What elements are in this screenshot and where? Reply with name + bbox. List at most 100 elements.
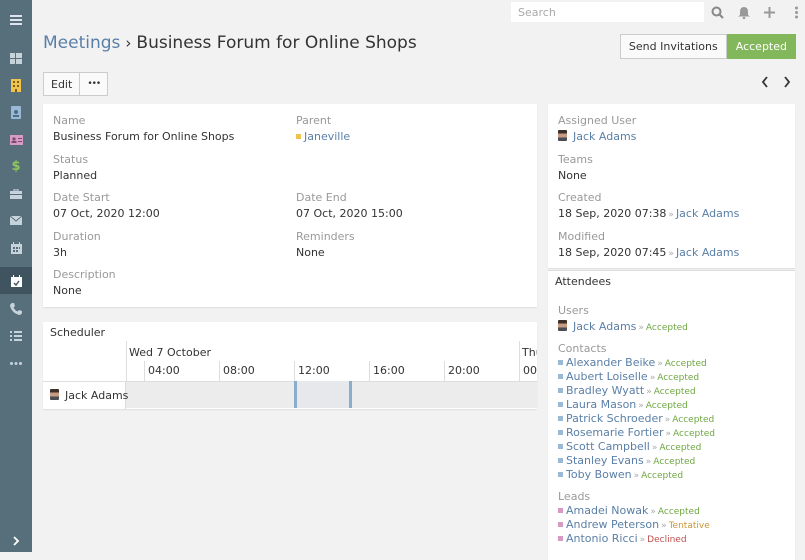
scheduler-tick: 00: bbox=[519, 361, 537, 381]
attendee-name-link[interactable]: Antonio Ricci bbox=[566, 532, 638, 545]
more-icon bbox=[10, 362, 22, 365]
scheduler-title: Scheduler bbox=[50, 326, 106, 339]
leads-list: Amadei Nowak» Accepted Andrew Peterson» Ten… bbox=[558, 504, 715, 546]
previous-record-button[interactable] bbox=[761, 76, 769, 88]
building-icon bbox=[11, 79, 21, 92]
attendee-name-link[interactable]: Laura Mason bbox=[566, 398, 636, 411]
sidebar-item-contacts[interactable] bbox=[0, 99, 32, 126]
sidebar-item-dashboard[interactable] bbox=[0, 45, 32, 72]
scheduler-event-block[interactable] bbox=[294, 381, 352, 408]
attendee-name-link[interactable]: Jack Adams bbox=[573, 320, 636, 333]
sidebar-item-tasks[interactable] bbox=[0, 322, 32, 349]
contacts-label: Contacts bbox=[558, 342, 607, 355]
briefcase-icon bbox=[10, 188, 22, 199]
menu-toggle-button[interactable] bbox=[0, 6, 32, 33]
menu-button[interactable] bbox=[790, 4, 802, 20]
parent-link[interactable]: Janeville bbox=[304, 130, 350, 143]
field-created: Created 18 Sep, 2020 07:38» Jack Adams bbox=[558, 190, 739, 222]
id-card-icon bbox=[9, 134, 23, 145]
search-button[interactable] bbox=[709, 4, 725, 20]
field-label: Date End bbox=[296, 191, 347, 204]
attendee-name-link[interactable]: Aubert Loiselle bbox=[566, 370, 648, 383]
field-label: Duration bbox=[53, 230, 101, 243]
field-label: Date Start bbox=[53, 191, 110, 204]
attendee-status: Accepted bbox=[657, 507, 700, 517]
notifications-button[interactable] bbox=[736, 4, 752, 20]
acceptance-status-button[interactable]: Accepted bbox=[726, 34, 796, 59]
sidebar-item-calls[interactable] bbox=[0, 295, 32, 322]
attendee-name-link[interactable]: Bradley Wyatt bbox=[566, 384, 644, 397]
field-value: 3h bbox=[53, 246, 67, 259]
lead-square-icon bbox=[558, 522, 563, 527]
created-by-link[interactable]: Jack Adams bbox=[676, 207, 739, 220]
field-value: None bbox=[558, 169, 587, 182]
field-name: Name Business Forum for Online Shops bbox=[53, 113, 234, 145]
assigned-user-link[interactable]: Jack Adams bbox=[573, 130, 636, 143]
field-label: Modified bbox=[558, 230, 605, 243]
search-input[interactable] bbox=[511, 2, 704, 22]
field-label: Created bbox=[558, 191, 602, 204]
sidebar-item-leads[interactable] bbox=[0, 126, 32, 153]
scheduler-user-name: Jack Adams bbox=[65, 389, 129, 402]
attendee-name-link[interactable]: Andrew Peterson bbox=[566, 518, 659, 531]
quick-create-button[interactable] bbox=[761, 4, 777, 20]
contact-square-icon bbox=[558, 374, 563, 379]
attendee-name-link[interactable]: Patrick Schroeder bbox=[566, 412, 663, 425]
calendar-icon bbox=[10, 241, 22, 254]
attendee-row: Alexander Beike» Accepted bbox=[558, 356, 715, 370]
attendee-status: Accepted bbox=[672, 415, 715, 425]
sidebar-item-cases[interactable] bbox=[0, 180, 32, 207]
attendee-status: Accepted bbox=[653, 457, 696, 467]
send-invitations-button[interactable]: Send Invitations bbox=[619, 34, 727, 59]
scheduler-panel: Scheduler Wed 7 October Thu 04:00 08:00 … bbox=[43, 322, 537, 409]
sidebar: $ bbox=[0, 0, 32, 552]
contact-square-icon bbox=[558, 430, 563, 435]
attendee-status: Accepted bbox=[645, 401, 688, 411]
field-value: Business Forum for Online Shops bbox=[53, 130, 235, 143]
field-date-start: Date Start 07 Oct, 2020 12:00 bbox=[53, 190, 160, 222]
raquo-separator: » bbox=[665, 429, 672, 439]
field-value: None bbox=[296, 246, 325, 259]
attendee-name-link[interactable]: Alexander Beike bbox=[566, 356, 655, 369]
raquo-separator: » bbox=[651, 443, 658, 453]
field-value: 07 Oct, 2020 12:00 bbox=[53, 207, 160, 220]
breadcrumb-meetings-link[interactable]: Meetings bbox=[43, 33, 120, 53]
breadcrumb: Meetings › Business Forum for Online Shops bbox=[43, 33, 417, 53]
field-reminders: Reminders None bbox=[296, 229, 355, 261]
attendee-status: Declined bbox=[647, 535, 687, 545]
raquo-separator: » bbox=[661, 521, 667, 531]
attendee-row: Toby Bowen» Accepted bbox=[558, 468, 715, 482]
sidebar-item-opportunities[interactable]: $ bbox=[0, 153, 32, 180]
modified-date: 18 Sep, 2020 07:45 bbox=[558, 246, 667, 259]
users-label: Users bbox=[558, 304, 589, 317]
field-label: Name bbox=[53, 114, 86, 127]
field-date-end: Date End 07 Oct, 2020 15:00 bbox=[296, 190, 403, 222]
sidebar-item-calendar[interactable] bbox=[0, 234, 32, 261]
raquo-separator: » bbox=[639, 535, 646, 545]
edit-button[interactable]: Edit bbox=[43, 72, 81, 96]
sidebar-item-meetings[interactable] bbox=[0, 267, 32, 294]
sidebar-item-emails[interactable] bbox=[0, 207, 32, 234]
attendee-row: Aubert Loiselle» Accepted bbox=[558, 370, 715, 384]
attendee-name-link[interactable]: Toby Bowen bbox=[566, 468, 632, 481]
plus-icon bbox=[763, 6, 775, 18]
avatar bbox=[558, 320, 567, 331]
attendees-list: Users Jack Adams» Accepted Contacts Alexa… bbox=[558, 303, 715, 546]
attendee-status: Tentative bbox=[668, 521, 710, 531]
raquo-separator: » bbox=[645, 457, 652, 467]
sidebar-item-more[interactable] bbox=[0, 350, 32, 377]
attendee-name-link[interactable]: Rosemarie Fortier bbox=[566, 426, 664, 439]
attendee-name-link[interactable]: Amadei Nowak bbox=[566, 504, 648, 517]
attendees-panel: Attendees Users Jack Adams» Accepted Cont… bbox=[548, 270, 795, 560]
attendee-name-link[interactable]: Scott Campbell bbox=[566, 440, 650, 453]
attendee-name-link[interactable]: Stanley Evans bbox=[566, 454, 644, 467]
sidebar-item-accounts[interactable] bbox=[0, 72, 32, 99]
next-record-button[interactable] bbox=[783, 76, 791, 88]
attendee-row: Antonio Ricci» Declined bbox=[558, 532, 715, 546]
modified-by-link[interactable]: Jack Adams bbox=[676, 246, 739, 259]
sidebar-expand-button[interactable] bbox=[0, 527, 32, 554]
field-value: Planned bbox=[53, 169, 98, 182]
contact-badge-icon bbox=[11, 106, 21, 119]
more-actions-button[interactable]: ••• bbox=[80, 72, 109, 96]
attendee-status: Accepted bbox=[673, 429, 715, 439]
